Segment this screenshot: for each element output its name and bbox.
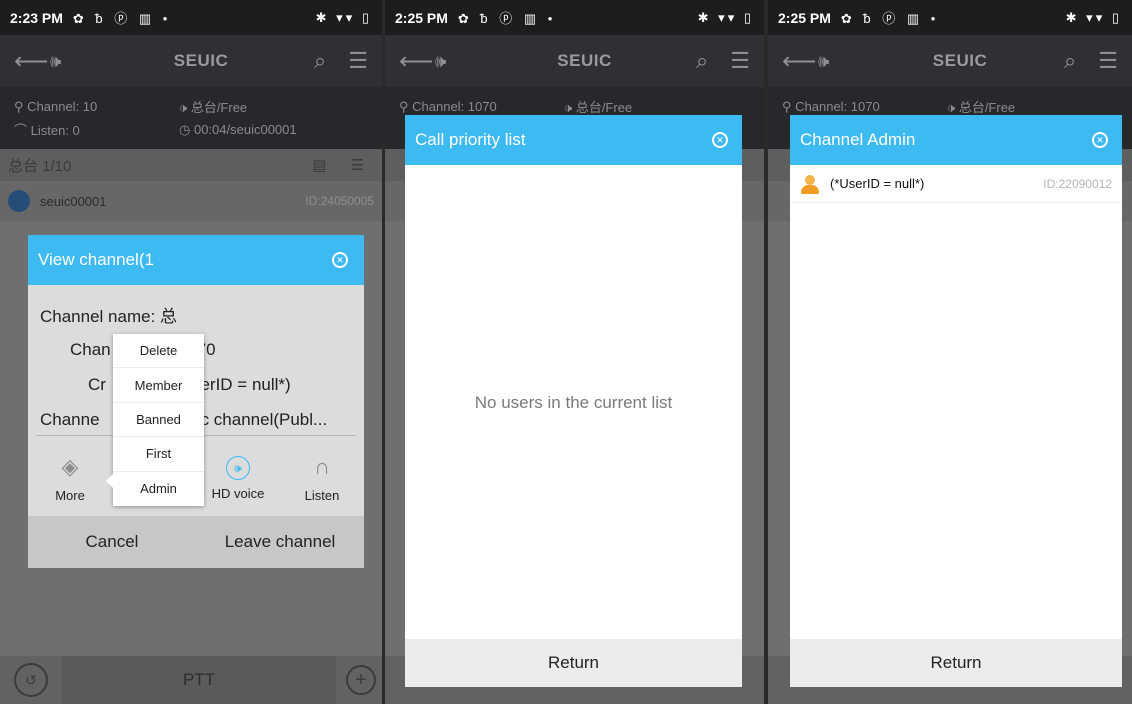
admin-id: ID:22090012	[1043, 176, 1112, 191]
speaker-icon[interactable]: 🕪	[435, 51, 485, 72]
list-item[interactable]: seuic00001 ID:24050005	[0, 181, 382, 221]
app-bar: ⟵ 🕪 SEUIC ⌕ ☰	[385, 35, 764, 87]
bottom-bar: ↺ PTT +	[0, 656, 382, 704]
menu-item-first[interactable]: First	[113, 437, 204, 472]
list-menu-icon[interactable]: ☰	[1088, 48, 1118, 74]
app-title: SEUIC	[557, 51, 612, 70]
search-icon[interactable]: ⌕	[684, 48, 720, 74]
status-time: 2:25 PM	[778, 9, 831, 26]
list-menu-icon[interactable]: ☰	[338, 48, 368, 74]
audio-status: 🕩 总台/Free	[947, 100, 1016, 115]
menu-item-member[interactable]: Member	[113, 368, 204, 403]
search-icon[interactable]: ⌕	[1052, 48, 1088, 74]
group-name: 总台 1/10	[8, 157, 72, 175]
cancel-button[interactable]: Cancel	[28, 516, 196, 568]
app-title: SEUIC	[932, 51, 988, 70]
dialog-title: Call priority list	[415, 130, 526, 149]
speaker-icon[interactable]: 🕪	[50, 51, 100, 72]
status-right-icons: ✱ ▾▾ ▯	[1065, 9, 1122, 25]
ptt-button[interactable]: PTT	[62, 656, 336, 704]
channel-info: ⚲ Channel: 10 🕩 总台/Free ⌒ Listen: 0 ◷ 00:0…	[0, 87, 382, 149]
app-title: SEUIC	[173, 51, 229, 70]
return-button[interactable]: Return	[405, 639, 742, 687]
leave-channel-button[interactable]: Leave channel	[196, 516, 364, 568]
layers-icon: ◈	[61, 453, 79, 479]
channel-label: ⚲ Channel: 1070	[399, 98, 497, 114]
audio-status: 🕩 总台/Free	[179, 100, 248, 115]
close-icon[interactable]: ✕	[1092, 132, 1108, 148]
screen-call-priority: 2:25 PM ✿ ᵬ ⓟ ▥ • ✱ ▾▾ ▯ ⟵ 🕪 SEUIC ⌕ ☰ ⚲…	[385, 0, 764, 704]
status-icons: ✿ ᵬ ⓟ ▥ •	[72, 11, 172, 26]
empty-state-text: No users in the current list	[474, 393, 673, 412]
screen-channel-admin: 2:25 PM ✿ ᵬ ⓟ ▥ • ✱ ▾▾ ▯ ⟵ 🕪 SEUIC ⌕ ☰ ⚲…	[768, 0, 1132, 704]
more-popup-menu: Delete Member Banned First Admin	[106, 334, 204, 506]
status-time: 2:25 PM	[395, 9, 448, 26]
app-bar: ⟵ 🕪 SEUIC ⌕ ☰	[0, 35, 382, 87]
audio-status: 🕩 总台/Free	[564, 100, 633, 115]
channel-label: ⚲ Channel: 10	[14, 98, 98, 114]
dialog-footer: Cancel Leave channel	[28, 516, 364, 568]
user-name: seuic00001	[40, 193, 107, 209]
list-menu-icon[interactable]: ☰	[720, 48, 750, 74]
dialog-header: Channel Admin ✕	[790, 115, 1122, 165]
back-icon[interactable]: ⟵	[399, 47, 435, 76]
app-bar: ⟵ 🕪 SEUIC ⌕ ☰	[768, 35, 1132, 87]
menu-item-admin[interactable]: Admin	[113, 472, 204, 506]
channel-label: ⚲ Channel: 1070	[782, 98, 880, 114]
status-right-icons: ✱ ▾▾ ▯	[315, 9, 372, 25]
dialog-title: Channel Admin	[800, 130, 916, 149]
return-button[interactable]: Return	[790, 639, 1122, 687]
hd-voice-button[interactable]: 🕪 HD voice	[196, 440, 280, 516]
status-right-icons: ✱ ▾▾ ▯	[697, 9, 754, 25]
status-icons: ✿ ᵬ ⓟ ▥ •	[457, 11, 557, 26]
listen-button[interactable]: ∩ Listen	[280, 440, 364, 516]
admin-name: (*UserID = null*)	[830, 176, 925, 191]
search-icon[interactable]: ⌕	[302, 48, 338, 74]
speaker-icon: 🕪	[226, 455, 250, 480]
close-icon[interactable]: ✕	[332, 252, 348, 268]
group-action-icons[interactable]: ▤ ☰	[312, 156, 374, 174]
menu-item-banned[interactable]: Banned	[113, 403, 204, 438]
dialog-header: Call priority list ✕	[405, 115, 742, 165]
speaker-icon[interactable]: 🕪	[818, 51, 868, 72]
call-priority-dialog: Call priority list ✕ No users in the cur…	[405, 115, 742, 687]
channel-name-row: Channel name: 总	[40, 307, 178, 326]
status-bar: 2:23 PM ✿ ᵬ ⓟ ▥ • ✱ ▾▾ ▯	[0, 0, 382, 35]
group-bar: 总台 1/10 ▤ ☰	[0, 149, 382, 181]
headphones-icon: ∩	[314, 453, 330, 479]
user-id: ID:24050005	[305, 194, 374, 208]
screen-view-channel: 2:23 PM ✿ ᵬ ⓟ ▥ • ✱ ▾▾ ▯ ⟵ 🕪 SEUIC ⌕ ☰ ⚲…	[0, 0, 382, 704]
close-icon[interactable]: ✕	[712, 132, 728, 148]
dialog-title: View channel(1	[38, 250, 154, 269]
person-icon	[800, 174, 820, 194]
back-icon[interactable]: ⟵	[782, 47, 818, 76]
status-time: 2:23 PM	[10, 9, 63, 26]
status-bar: 2:25 PM ✿ ᵬ ⓟ ▥ • ✱ ▾▾ ▯	[768, 0, 1132, 35]
menu-item-delete[interactable]: Delete	[113, 334, 204, 369]
avatar	[8, 190, 30, 212]
status-icons: ✿ ᵬ ⓟ ▥ •	[840, 11, 940, 26]
add-icon[interactable]: +	[346, 665, 376, 695]
channel-admin-dialog: Channel Admin ✕ (*UserID = null*) ID:220…	[790, 115, 1122, 687]
dialog-header: View channel(1 ✕	[28, 235, 364, 285]
timer-label: ◷ 00:04/seuic00001	[179, 121, 297, 137]
back-icon[interactable]: ⟵	[14, 47, 50, 76]
list-item[interactable]: (*UserID = null*) ID:22090012	[790, 165, 1122, 203]
status-bar: 2:25 PM ✿ ᵬ ⓟ ▥ • ✱ ▾▾ ▯	[385, 0, 764, 35]
screenshot-stage: 2:23 PM ✿ ᵬ ⓟ ▥ • ✱ ▾▾ ▯ ⟵ 🕪 SEUIC ⌕ ☰ ⚲…	[0, 0, 1132, 704]
listen-label: ⌒ Listen: 0	[14, 123, 80, 138]
history-icon[interactable]: ↺	[14, 663, 48, 697]
